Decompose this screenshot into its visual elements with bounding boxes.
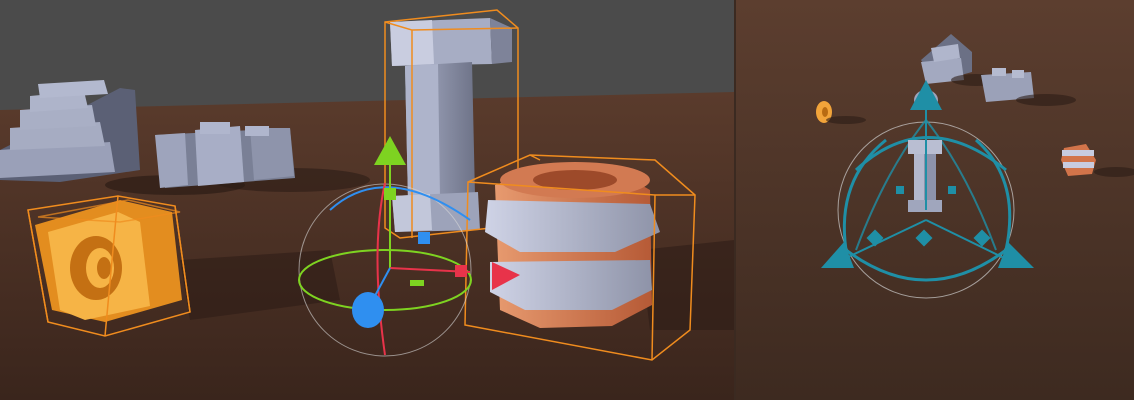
scene-viewport-right[interactable] bbox=[736, 0, 1134, 400]
plane-handle-icon[interactable] bbox=[418, 232, 430, 244]
barrel-object[interactable] bbox=[485, 162, 660, 328]
plane-handle-icon[interactable] bbox=[410, 280, 424, 286]
plane-handle-icon[interactable] bbox=[920, 94, 932, 106]
plane-handle-icon[interactable] bbox=[384, 188, 396, 200]
plane-handle-icon[interactable] bbox=[896, 186, 904, 194]
scene-canvas-right[interactable] bbox=[736, 0, 1134, 400]
arrow-forward-icon[interactable] bbox=[352, 292, 384, 328]
scene-viewport-left[interactable] bbox=[0, 0, 734, 400]
plane-handle-icon[interactable] bbox=[948, 186, 956, 194]
plane-handle-icon[interactable] bbox=[455, 265, 467, 277]
scene-canvas-left[interactable] bbox=[0, 0, 734, 400]
scene-editor bbox=[0, 0, 1134, 400]
